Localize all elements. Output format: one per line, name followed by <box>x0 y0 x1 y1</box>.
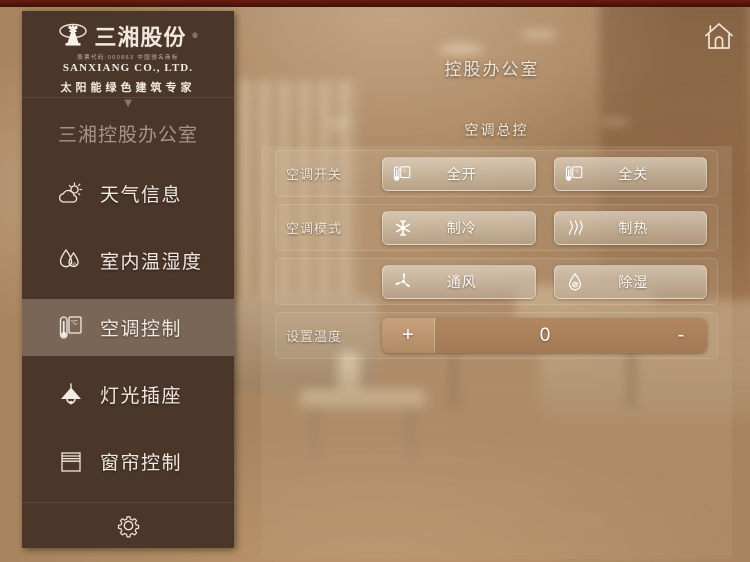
control-row-mode: 空调模式 制冷 制热 <box>275 204 718 251</box>
top-bezel-strip <box>0 0 750 7</box>
button-label: 全关 <box>618 165 649 182</box>
thermometer-icon: °C <box>58 314 84 342</box>
sidebar-item-indoor-temp-humidity[interactable]: % 室内温湿度 <box>22 232 234 289</box>
svg-text:°C: °C <box>573 168 579 173</box>
ac-control-panel: 空调总控 空调开关 °C 全开 °C 全关 空调模式 制冷 制热 通风 除湿 设… <box>261 122 732 559</box>
sidebar-item-label: 室内温湿度 <box>100 252 203 273</box>
sidebar-menu: 天气信息 % 室内温湿度 °C 空调控制 灯光插座 窗帘控制 <box>22 163 234 502</box>
control-row-fan-dehumidify: 通风 除湿 <box>275 258 718 305</box>
temperature-value: 0 <box>539 324 551 346</box>
registered-mark: ® <box>192 32 198 40</box>
button-label: 制冷 <box>446 219 477 236</box>
brand-tagline: 太阳能绿色建筑专家 <box>60 82 196 94</box>
ac-mode-heat-button[interactable]: 制热 <box>553 210 707 245</box>
chevron-down-icon: ▼ <box>121 95 135 110</box>
humidity-drop-icon: % <box>58 247 84 275</box>
sidebar-item-label: 灯光插座 <box>100 386 183 407</box>
row-label: 空调模式 <box>286 221 343 236</box>
gear-icon[interactable] <box>116 513 141 538</box>
button-label: 通风 <box>446 273 477 290</box>
fan-icon <box>383 272 423 291</box>
thermostat-icon: °C <box>555 165 595 183</box>
button-label: 除湿 <box>618 273 649 290</box>
brand-name-cn: 三湘股份 <box>94 26 187 51</box>
sidebar-item-label: 天气信息 <box>100 185 183 206</box>
control-rows: 空调开关 °C 全开 °C 全关 空调模式 制冷 制热 通风 除湿 设置温度 +… <box>261 140 732 359</box>
thermostat-icon: °C <box>383 165 423 183</box>
temperature-label: 设置温度 <box>286 329 343 344</box>
sun-cloud-icon <box>58 180 84 208</box>
home-icon[interactable] <box>702 19 736 53</box>
room-selector[interactable]: 三湘控股办公室 <box>22 112 234 163</box>
control-row-temperature: 设置温度 + 0 - <box>275 312 718 359</box>
sidebar-item-curtain-control[interactable]: 窗帘控制 <box>22 433 234 490</box>
svg-text:°C: °C <box>402 168 408 173</box>
lamp-icon <box>58 381 84 409</box>
ac-dehumidify-button[interactable]: 除湿 <box>553 264 707 299</box>
sidebar: 三湘股份 ® 股票代码:000863 中国驰名商标 SANXIANG CO., L… <box>22 11 234 548</box>
dehumidify-drop-icon <box>555 272 595 292</box>
temperature-value-area: 0 - <box>435 318 707 353</box>
sidebar-item-air-conditioner[interactable]: °C 空调控制 <box>22 299 234 356</box>
sidebar-footer <box>22 502 234 548</box>
button-label: 制热 <box>618 219 649 236</box>
heat-waves-icon <box>555 219 595 237</box>
ac-mode-cool-button[interactable]: 制冷 <box>382 210 536 245</box>
brand-logo-area: 三湘股份 ® 股票代码:000863 中国驰名商标 SANXIANG CO., L… <box>22 11 234 94</box>
button-label: 全开 <box>446 165 477 182</box>
ac-all-on-button[interactable]: °C 全开 <box>382 156 536 191</box>
sidebar-item-label: 空调控制 <box>100 319 183 340</box>
panel-title: 空调总控 <box>464 122 529 138</box>
ac-fan-button[interactable]: 通风 <box>382 264 536 299</box>
temperature-decrease-button[interactable]: - <box>655 324 707 347</box>
ac-all-off-button[interactable]: °C 全关 <box>553 156 707 191</box>
brand-name-en: SANXIANG CO., LTD. <box>62 62 194 74</box>
page-title: 控股办公室 <box>444 60 540 79</box>
main-content: 控股办公室 空调总控 空调开关 °C 全开 °C 全关 空调模式 制冷 制热 通… <box>234 11 750 562</box>
control-row-power: 空调开关 °C 全开 °C 全关 <box>275 150 718 197</box>
smart-home-control-app: 三湘股份 ® 股票代码:000863 中国驰名商标 SANXIANG CO., L… <box>0 0 750 562</box>
svg-text:%: % <box>71 262 77 268</box>
row-label: 空调开关 <box>286 167 343 182</box>
sanxiang-tower-logo-icon <box>58 22 88 50</box>
blinds-icon <box>58 448 84 476</box>
sidebar-item-label: 窗帘控制 <box>100 453 183 474</box>
temperature-stepper: + 0 - <box>382 318 707 353</box>
sidebar-item-lighting-socket[interactable]: 灯光插座 <box>22 366 234 423</box>
temperature-increase-button[interactable]: + <box>382 318 435 353</box>
svg-text:°C: °C <box>71 318 79 326</box>
brand-subtitle-cn: 股票代码:000863 中国驰名商标 <box>77 55 179 61</box>
sidebar-item-weather[interactable]: 天气信息 <box>22 165 234 222</box>
snowflake-icon <box>383 219 423 237</box>
